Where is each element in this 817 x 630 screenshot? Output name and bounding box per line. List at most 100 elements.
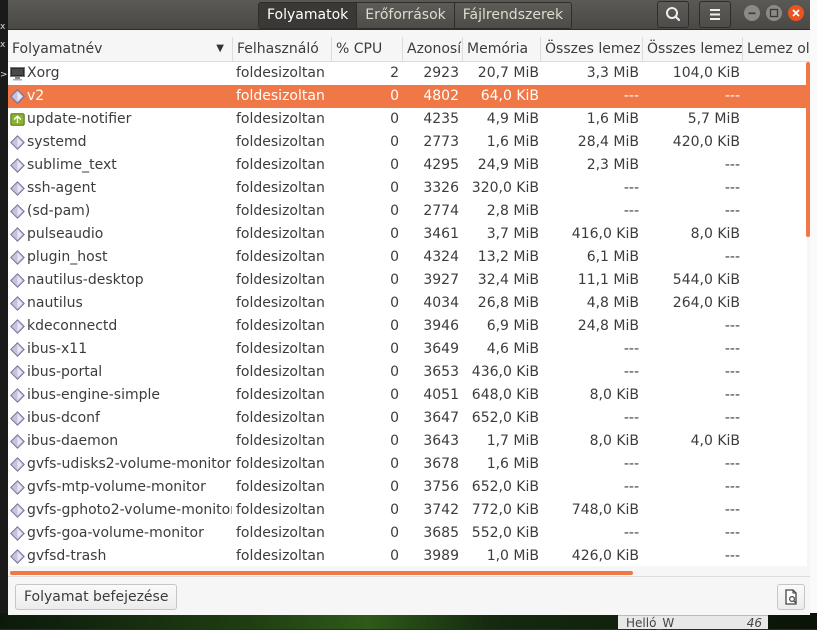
table-row[interactable]: gvfs-gphoto2-volume-monitor foldesizoltan… bbox=[8, 499, 807, 522]
process-mem: 1,0 MiB bbox=[486, 548, 539, 564]
table-row[interactable]: ibus-portal foldesizoltan 0 3653 436,0 KiB --… bbox=[8, 361, 807, 384]
process-pid: 2923 bbox=[423, 65, 459, 81]
process-mem: 552,0 KiB bbox=[471, 525, 539, 541]
background-window-number: 46 bbox=[746, 616, 762, 630]
column-header-memory[interactable]: Memória bbox=[463, 37, 541, 61]
column-header-process-name[interactable]: Folyamatnév ▼ bbox=[8, 37, 233, 61]
process-mem: 4,9 MiB bbox=[486, 111, 539, 127]
table-row[interactable]: kdeconnectd foldesizoltan 0 3946 6,9 MiB 24,8… bbox=[8, 315, 807, 338]
column-header-disk-write-total[interactable]: Összes lemez bbox=[643, 37, 743, 61]
column-header-disk-read[interactable]: Lemez olv bbox=[743, 37, 810, 61]
process-pid: 3326 bbox=[423, 180, 459, 196]
diamond-icon bbox=[10, 227, 25, 242]
table-row[interactable]: ibus-dconf foldesizoltan 0 3647 652,0 KiB ---… bbox=[8, 407, 807, 430]
process-mem: 652,0 KiB bbox=[471, 479, 539, 495]
close-icon bbox=[792, 9, 800, 17]
process-mem: 32,4 MiB bbox=[477, 272, 539, 288]
table-row[interactable]: ibus-daemon foldesizoltan 0 3643 1,7 MiB 8,0 … bbox=[8, 430, 807, 453]
maximize-button[interactable] bbox=[766, 5, 782, 21]
process-user: foldesizoltan bbox=[236, 387, 325, 403]
table-row[interactable]: gvfs-goa-volume-monitor foldesizoltan 0 368… bbox=[8, 522, 807, 545]
table-row[interactable]: plugin_host foldesizoltan 0 4324 13,2 MiB 6,1… bbox=[8, 246, 807, 269]
process-user: foldesizoltan bbox=[236, 249, 325, 265]
diamond-icon bbox=[10, 296, 25, 311]
search-button[interactable] bbox=[657, 1, 689, 28]
process-mem: 1,6 MiB bbox=[486, 134, 539, 150]
table-row[interactable]: nautilus foldesizoltan 0 4034 26,8 MiB 4,8 Mi… bbox=[8, 292, 807, 315]
process-name: gvfs-udisks2-volume-monitor bbox=[27, 456, 232, 472]
column-header-cpu[interactable]: % CPU bbox=[332, 37, 403, 61]
process-write: --- bbox=[724, 548, 740, 564]
process-pid: 4295 bbox=[423, 157, 459, 173]
minimize-button[interactable] bbox=[744, 5, 760, 21]
process-mem: 26,8 MiB bbox=[477, 295, 539, 311]
process-mem: 436,0 KiB bbox=[471, 364, 539, 380]
hamburger-menu-icon bbox=[710, 9, 720, 20]
diamond-icon bbox=[10, 526, 25, 541]
tab-resources[interactable]: Erőforrások bbox=[357, 3, 455, 28]
diamond-icon bbox=[10, 181, 25, 196]
properties-button[interactable] bbox=[777, 584, 805, 610]
table-row[interactable]: systemd foldesizoltan 0 2773 1,6 MiB 28,4 MiB… bbox=[8, 131, 807, 154]
tab-processes[interactable]: Folyamatok bbox=[259, 3, 358, 28]
process-write: --- bbox=[724, 387, 740, 403]
diamond-icon bbox=[10, 319, 25, 334]
process-write: 264,0 KiB bbox=[672, 295, 740, 311]
menu-button[interactable] bbox=[699, 1, 731, 28]
end-process-button[interactable]: Folyamat befejezése bbox=[15, 584, 178, 610]
process-write: 544,0 KiB bbox=[672, 272, 740, 288]
process-pid: 4235 bbox=[423, 111, 459, 127]
table-row[interactable]: gvfs-mtp-volume-monitor foldesizoltan 0 375… bbox=[8, 476, 807, 499]
process-pid: 3989 bbox=[423, 548, 459, 564]
process-cpu: 0 bbox=[390, 387, 399, 403]
process-name: ssh-agent bbox=[27, 180, 96, 196]
close-button[interactable] bbox=[788, 5, 804, 21]
process-name: ibus-x11 bbox=[27, 341, 88, 357]
process-read: --- bbox=[623, 180, 639, 196]
diamond-icon bbox=[10, 549, 25, 564]
vertical-scrollbar[interactable] bbox=[806, 62, 810, 237]
process-user: foldesizoltan bbox=[236, 410, 325, 426]
process-read: --- bbox=[623, 203, 639, 219]
process-user: foldesizoltan bbox=[236, 295, 325, 311]
process-write: --- bbox=[724, 525, 740, 541]
process-mem: 6,9 MiB bbox=[486, 318, 539, 334]
process-mem: 1,7 MiB bbox=[486, 433, 539, 449]
tab-filesystems[interactable]: Fájlrendszerek bbox=[454, 3, 572, 28]
process-pid: 3643 bbox=[423, 433, 459, 449]
column-header-user[interactable]: Felhasználó bbox=[233, 37, 332, 61]
process-cpu: 0 bbox=[390, 502, 399, 518]
table-row[interactable]: ibus-engine-simple foldesizoltan 0 4051 648,… bbox=[8, 384, 807, 407]
background-window-tab[interactable]: Helló_W 46 bbox=[618, 615, 768, 630]
process-read: 2,3 MiB bbox=[586, 157, 639, 173]
process-name: gvfs-mtp-volume-monitor bbox=[27, 479, 206, 495]
table-row[interactable]: gvfs-udisks2-volume-monitor foldesizoltan… bbox=[8, 453, 807, 476]
process-name: kdeconnectd bbox=[27, 318, 118, 334]
table-row[interactable]: update-notifier foldesizoltan 0 4235 4,9 MiB… bbox=[8, 108, 807, 131]
system-monitor-window: Folyamatok Erőforrások Fájlrendszerek Fo… bbox=[8, 0, 810, 615]
process-user: foldesizoltan bbox=[236, 456, 325, 472]
process-cpu: 0 bbox=[390, 456, 399, 472]
search-icon bbox=[666, 7, 681, 22]
process-mem: 20,7 MiB bbox=[477, 65, 539, 81]
table-row-selected[interactable]: v2 foldesizoltan 0 4802 64,0 KiB --- --- bbox=[8, 85, 807, 108]
column-header-disk-read-total[interactable]: Összes lemez bbox=[541, 37, 643, 61]
process-name: update-notifier bbox=[27, 111, 132, 127]
table-row[interactable]: sublime_text foldesizoltan 0 4295 24,9 MiB 2,… bbox=[8, 154, 807, 177]
table-row[interactable]: (sd-pam) foldesizoltan 0 2774 2,8 MiB --- --- bbox=[8, 200, 807, 223]
table-row[interactable]: nautilus-desktop foldesizoltan 0 3927 32,4 M… bbox=[8, 269, 807, 292]
column-header-pid[interactable]: Azonosí bbox=[403, 37, 463, 61]
process-mem: 2,8 MiB bbox=[486, 203, 539, 219]
process-user: foldesizoltan bbox=[236, 226, 325, 242]
table-row[interactable]: ssh-agent foldesizoltan 0 3326 320,0 KiB --- -… bbox=[8, 177, 807, 200]
process-pid: 3927 bbox=[423, 272, 459, 288]
process-name: ibus-dconf bbox=[27, 410, 100, 426]
horizontal-scrollbar[interactable] bbox=[10, 571, 633, 575]
process-read: 28,4 MiB bbox=[577, 134, 639, 150]
process-cpu: 0 bbox=[390, 433, 399, 449]
table-row[interactable]: ibus-x11 foldesizoltan 0 3649 4,6 MiB --- --- bbox=[8, 338, 807, 361]
table-row[interactable]: gvfsd-trash foldesizoltan 0 3989 1,0 MiB 426,… bbox=[8, 545, 807, 566]
process-cpu: 0 bbox=[390, 203, 399, 219]
table-row[interactable]: pulseaudio foldesizoltan 0 3461 3,7 MiB 416,0… bbox=[8, 223, 807, 246]
table-row[interactable]: Xorg foldesizoltan 2 2923 20,7 MiB 3,3 MiB 104… bbox=[8, 62, 807, 85]
